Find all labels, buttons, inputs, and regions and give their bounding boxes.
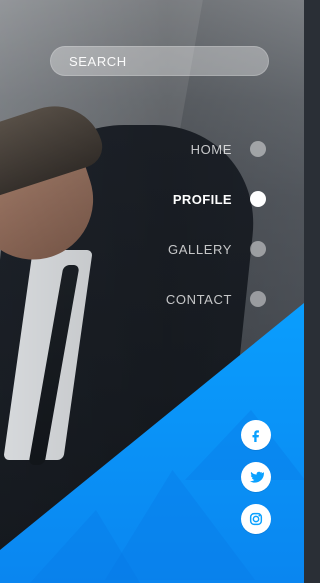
menu-item-home[interactable]: HOME: [76, 124, 266, 174]
side-menu: HOME PROFILE GALLERY CONTACT: [76, 124, 266, 324]
menu-item-contact[interactable]: CONTACT: [76, 274, 266, 324]
facebook-button[interactable]: [241, 420, 271, 450]
instagram-icon: [249, 512, 263, 526]
menu-indicator-dot: [250, 191, 266, 207]
menu-item-label: PROFILE: [172, 191, 232, 207]
menu-item-profile[interactable]: PROFILE: [76, 174, 266, 224]
instagram-button[interactable]: [241, 504, 271, 534]
app-screen: HOME PROFILE GALLERY CONTACT: [0, 0, 304, 583]
menu-item-label: CONTACT: [165, 291, 232, 307]
search-bar[interactable]: [50, 46, 269, 76]
social-links: [241, 420, 275, 534]
facebook-icon: [252, 430, 259, 442]
search-input[interactable]: [69, 53, 268, 69]
menu-indicator-dot: [250, 291, 266, 307]
menu-item-gallery[interactable]: GALLERY: [76, 224, 266, 274]
twitter-icon: [250, 471, 264, 483]
twitter-button[interactable]: [241, 462, 271, 492]
menu-indicator-dot: [250, 241, 266, 257]
menu-item-label: GALLERY: [168, 241, 232, 257]
menu-indicator-dot: [250, 141, 266, 157]
menu-item-label: HOME: [190, 141, 232, 157]
